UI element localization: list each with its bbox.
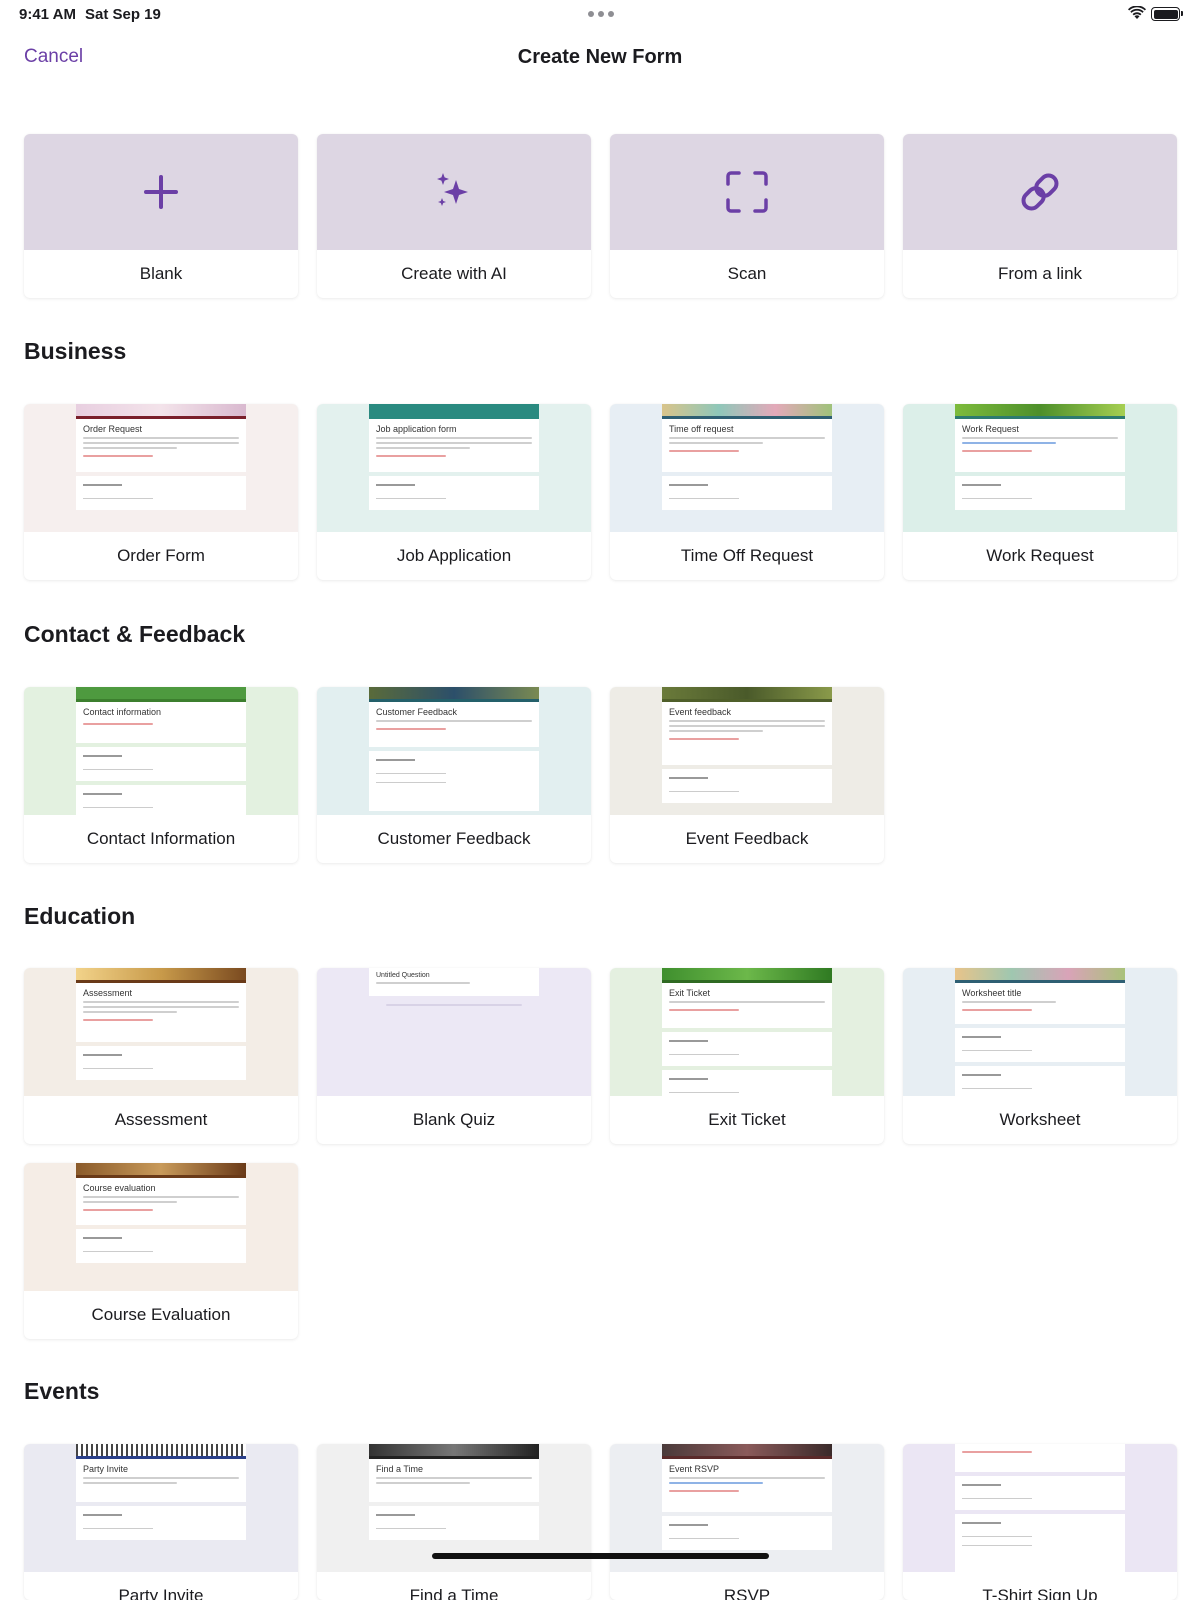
- template-label: Order Form: [117, 546, 205, 565]
- sparkle-icon: [437, 173, 468, 206]
- status-date: Sat Sep 19: [85, 6, 161, 23]
- card-label: From a link: [997, 264, 1083, 283]
- from-link-card[interactable]: From a link: [903, 134, 1177, 298]
- status-bar: 9:41 AM Sat Sep 19: [0, 0, 1200, 30]
- template-label: Job Application: [396, 546, 512, 565]
- wifi-icon: [1128, 6, 1146, 19]
- template-label: Party Invite: [118, 1586, 204, 1600]
- home-indicator[interactable]: [432, 1553, 769, 1559]
- section-title-education: Education: [24, 903, 136, 929]
- template-label: T-Shirt Sign Up: [982, 1586, 1098, 1600]
- card-label: Create with AI: [401, 264, 507, 283]
- section-title-events: Events: [24, 1378, 100, 1404]
- template-time-off-request[interactable]: Time off request Time Off Request: [610, 404, 884, 580]
- preview-title: Job application form: [376, 424, 457, 434]
- preview-title: Time off request: [669, 424, 734, 434]
- card-label: Scan: [727, 264, 767, 283]
- template-label: Exit Ticket: [708, 1110, 786, 1129]
- template-event-feedback[interactable]: Event feedback Event Feedback: [610, 687, 884, 863]
- template-label: Worksheet: [999, 1110, 1081, 1129]
- template-blank-quiz[interactable]: Untitled Question Blank Quiz: [317, 968, 591, 1144]
- template-label: Event Feedback: [685, 829, 809, 848]
- template-worksheet[interactable]: Worksheet title Worksheet: [903, 968, 1177, 1144]
- template-label: Assessment: [114, 1110, 208, 1129]
- template-job-application[interactable]: Job application form Job Application: [317, 404, 591, 580]
- preview-title: Event RSVP: [669, 1464, 720, 1474]
- template-find-a-time[interactable]: Find a Time Find a Time: [317, 1444, 591, 1600]
- create-with-ai-card[interactable]: Create with AI: [317, 134, 591, 298]
- template-label: Contact Information: [86, 829, 236, 848]
- template-exit-ticket[interactable]: Exit Ticket Exit Ticket: [610, 968, 884, 1144]
- template-label: Work Request: [986, 546, 1094, 565]
- template-work-request[interactable]: Work Request Work Request: [903, 404, 1177, 580]
- preview-title: Event feedback: [669, 707, 732, 717]
- template-contact-information[interactable]: Contact information Contact Information: [24, 687, 298, 863]
- template-label: Blank Quiz: [412, 1110, 496, 1129]
- card-label: Blank: [139, 264, 183, 283]
- preview-title: Assessment: [83, 988, 133, 998]
- preview-title: Exit Ticket: [669, 988, 711, 998]
- template-label: Time Off Request: [680, 546, 814, 565]
- preview-title: Find a Time: [376, 1464, 424, 1474]
- preview-title: Untitled Question: [376, 972, 430, 979]
- battery-icon: [1151, 7, 1183, 21]
- template-label: Find a Time: [409, 1586, 499, 1600]
- page-title: Create New Form: [517, 46, 683, 68]
- template-party-invite[interactable]: Party Invite Party Invite: [24, 1444, 298, 1600]
- plus-icon: [144, 175, 178, 209]
- link-icon: [1021, 173, 1059, 211]
- preview-title: Customer Feedback: [376, 707, 458, 717]
- template-label: RSVP: [723, 1586, 771, 1600]
- template-rsvp[interactable]: Event RSVP RSVP: [610, 1444, 884, 1600]
- scan-icon: [726, 171, 768, 213]
- template-assessment[interactable]: Assessment Assessment: [24, 968, 298, 1144]
- multitasking-dots-icon[interactable]: [588, 11, 614, 17]
- section-title-business: Business: [24, 338, 127, 364]
- preview-title: Worksheet title: [962, 988, 1022, 998]
- template-label: Course Evaluation: [91, 1305, 231, 1324]
- template-label: Customer Feedback: [377, 829, 531, 848]
- blank-form-card[interactable]: Blank: [24, 134, 298, 298]
- template-customer-feedback[interactable]: Customer Feedback Customer Feedback: [317, 687, 591, 863]
- preview-title: Order Request: [83, 424, 143, 434]
- template-t-shirt-sign-up[interactable]: T-Shirt Sign Up: [903, 1444, 1177, 1600]
- template-course-evaluation[interactable]: Course evaluation Course Evaluation: [24, 1163, 298, 1339]
- status-time: 9:41 AM: [19, 6, 76, 23]
- preview-title: Work Request: [962, 424, 1019, 434]
- template-order-form[interactable]: Order Request Order Form: [24, 404, 298, 580]
- scan-card[interactable]: Scan: [610, 134, 884, 298]
- preview-title: Party Invite: [83, 1464, 129, 1474]
- section-title-contact-feedback: Contact & Feedback: [24, 621, 246, 647]
- preview-title: Contact information: [83, 707, 162, 717]
- preview-title: Course evaluation: [83, 1183, 156, 1193]
